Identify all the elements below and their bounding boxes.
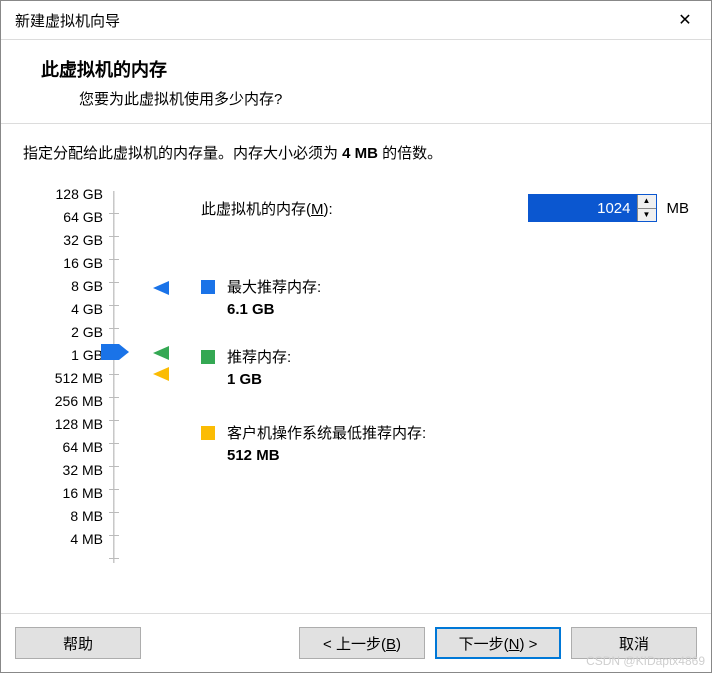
tick-label: 256 MB xyxy=(23,393,103,409)
marker-rec-icon xyxy=(153,346,173,360)
tick-label: 64 GB xyxy=(23,209,103,225)
legend-min-label: 客户机操作系统最低推荐内存: xyxy=(227,425,426,442)
tick-label: 4 GB xyxy=(23,301,103,317)
marker-max-icon xyxy=(153,281,173,295)
memory-spinner[interactable]: ▲ ▼ xyxy=(528,194,657,222)
tick-label: 512 MB xyxy=(23,370,103,386)
tick-label: 16 MB xyxy=(23,485,103,501)
tick-label: 128 GB xyxy=(23,186,103,202)
tick-label: 16 GB xyxy=(23,255,103,271)
memory-spinner-wrap: ▲ ▼ MB xyxy=(528,194,690,222)
memory-label: 此虚拟机的内存(M): xyxy=(201,198,333,219)
next-button[interactable]: 下一步(N) > xyxy=(435,627,561,659)
marker-min-icon xyxy=(153,367,173,381)
tick-label: 1 GB xyxy=(23,347,103,363)
instruction-prefix: 指定分配给此虚拟机的内存量。内存大小必须为 xyxy=(23,145,342,162)
legend-rec-label: 推荐内存: xyxy=(227,349,291,366)
wizard-footer: 帮助 < 上一步(B) 下一步(N) > 取消 xyxy=(1,613,711,672)
wizard-header: 此虚拟机的内存 您要为此虚拟机使用多少内存? xyxy=(1,40,711,123)
tick-label: 2 GB xyxy=(23,324,103,340)
legend-rec: 推荐内存: 1 GB xyxy=(201,346,661,388)
title-bar: 新建虚拟机向导 ✕ xyxy=(1,1,711,40)
legend-min-value: 512 MB xyxy=(227,447,661,464)
instruction-bold: 4 MB xyxy=(342,145,378,162)
spin-arrows[interactable]: ▲ ▼ xyxy=(637,195,656,221)
legend-max-value: 6.1 GB xyxy=(227,301,661,318)
tick-label: 32 GB xyxy=(23,232,103,248)
wizard-body: 指定分配给此虚拟机的内存量。内存大小必须为 4 MB 的倍数。 此虚拟机的内存(… xyxy=(1,124,711,613)
swatch-max-icon xyxy=(201,280,215,294)
legend-max-label: 最大推荐内存: xyxy=(227,279,321,296)
spin-down-icon[interactable]: ▼ xyxy=(638,209,656,222)
swatch-rec-icon xyxy=(201,350,215,364)
back-button[interactable]: < 上一步(B) xyxy=(299,627,425,659)
instruction-text: 指定分配给此虚拟机的内存量。内存大小必须为 4 MB 的倍数。 xyxy=(23,142,689,163)
tick-label: 8 GB xyxy=(23,278,103,294)
help-button[interactable]: 帮助 xyxy=(15,627,141,659)
swatch-min-icon xyxy=(201,426,215,440)
legend-min: 客户机操作系统最低推荐内存: 512 MB xyxy=(201,422,661,464)
wizard-window: 新建虚拟机向导 ✕ 此虚拟机的内存 您要为此虚拟机使用多少内存? 指定分配给此虚… xyxy=(0,0,712,673)
memory-row: 此虚拟机的内存(M): ▲ ▼ MB xyxy=(201,194,689,222)
slider-track xyxy=(113,191,115,563)
legend-rec-value: 1 GB xyxy=(227,371,661,388)
page-subtitle: 您要为此虚拟机使用多少内存? xyxy=(79,88,685,109)
legend-max: 最大推荐内存: 6.1 GB xyxy=(201,276,661,318)
cancel-button[interactable]: 取消 xyxy=(571,627,697,659)
window-title: 新建虚拟机向导 xyxy=(15,10,665,31)
tick-label: 32 MB xyxy=(23,462,103,478)
page-title: 此虚拟机的内存 xyxy=(41,56,685,82)
memory-unit: MB xyxy=(667,200,690,217)
memory-slider[interactable]: 128 GB 64 GB 32 GB 16 GB 8 GB 4 GB 2 GB … xyxy=(23,186,163,603)
tick-label: 8 MB xyxy=(23,508,103,524)
tick-label: 4 MB xyxy=(23,531,103,547)
instruction-suffix: 的倍数。 xyxy=(378,145,442,162)
memory-input[interactable] xyxy=(529,195,637,221)
spin-up-icon[interactable]: ▲ xyxy=(638,195,656,209)
close-icon[interactable]: ✕ xyxy=(665,10,705,30)
tick-label: 64 MB xyxy=(23,439,103,455)
tick-label: 128 MB xyxy=(23,416,103,432)
